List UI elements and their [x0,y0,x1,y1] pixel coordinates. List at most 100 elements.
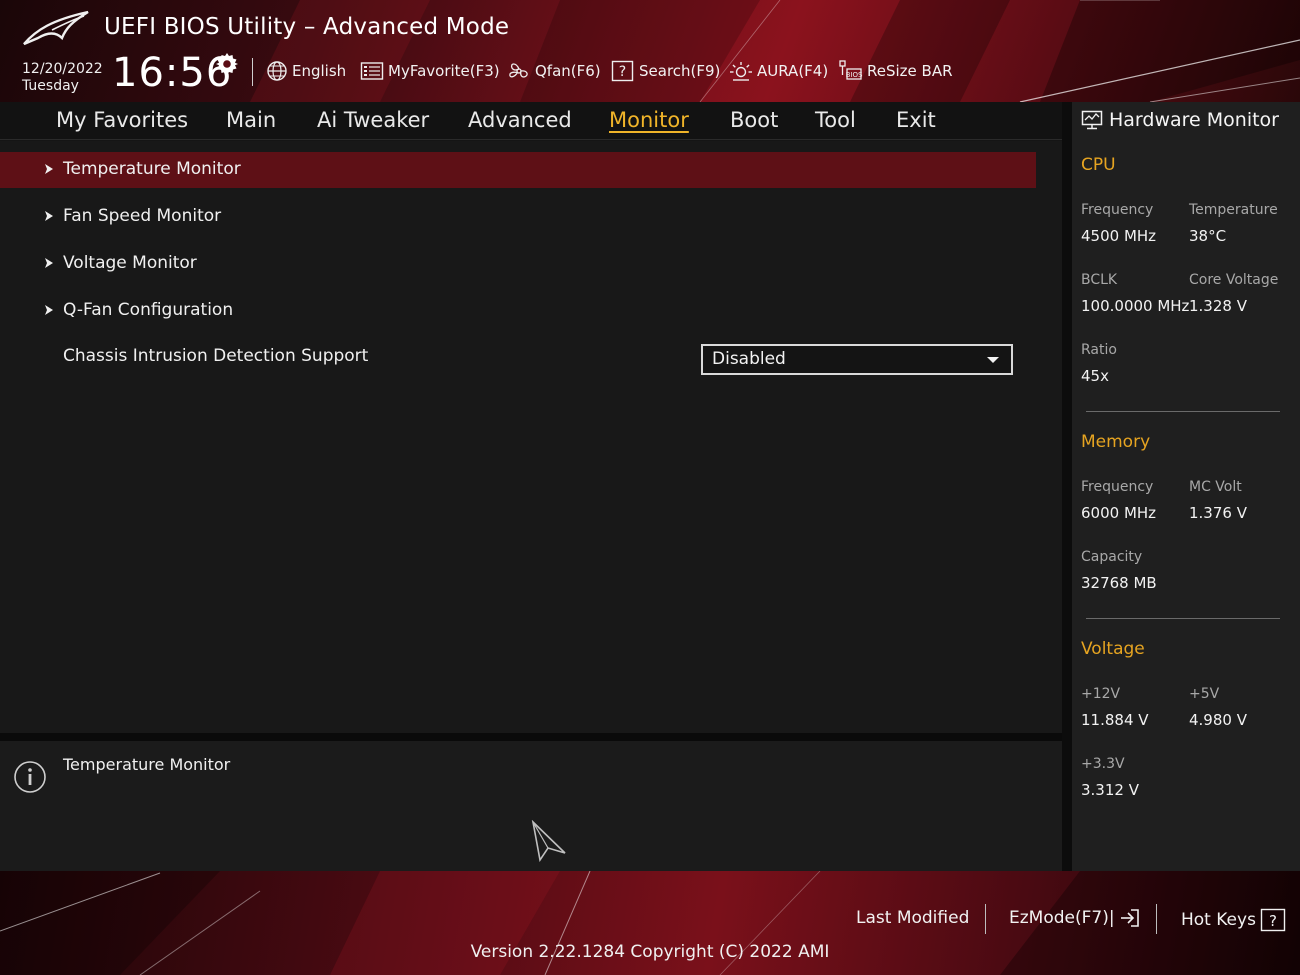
hardware-monitor-header: Hardware Monitor [1072,102,1300,138]
chassis-intrusion-dropdown[interactable]: Disabled [701,344,1013,375]
menu-item-qfan-configuration[interactable]: Q-Fan Configuration [0,293,1036,329]
bclk-value: 100.0000 MHz [1081,297,1190,315]
date-display: 12/20/2022 Tuesday [22,61,103,95]
bclk-label: BCLK [1081,272,1118,288]
v12-value: 11.884 V [1081,711,1149,729]
tab-ai-tweaker[interactable]: Ai Tweaker [317,108,429,132]
globe-icon [267,61,287,81]
tab-boot[interactable]: Boot [730,108,778,132]
help-text: Temperature Monitor [63,755,231,774]
myfavorite-button[interactable]: MyFavorite(F3) [360,60,500,82]
memory-frequency-value: 6000 MHz [1081,504,1157,522]
tab-my-favorites[interactable]: My Favorites [56,108,188,132]
page-title: UEFI BIOS Utility – Advanced Mode [104,14,510,40]
tab-monitor[interactable]: Monitor [609,108,689,132]
tab-exit[interactable]: Exit [896,108,936,132]
v5-value: 4.980 V [1189,711,1247,729]
monitor-icon [1081,110,1103,130]
svg-text:?: ? [619,64,626,80]
cpu-temperature-label: Temperature [1189,202,1278,218]
fan-icon [509,63,528,78]
myfavorite-label: MyFavorite(F3) [388,62,500,80]
language-label: English [292,62,347,80]
menu-item-temperature-monitor[interactable]: Temperature Monitor [0,152,1036,188]
tab-main[interactable]: Main [226,108,276,132]
hot-keys-label: Hot Keys [1181,910,1256,930]
footer-separator [985,904,986,934]
svg-text:BIOS: BIOS [846,71,863,79]
svg-text:?: ? [1269,912,1277,930]
menu-item-label: Q-Fan Configuration [63,300,234,320]
main-nav-tabs: My Favorites Main Ai Tweaker Advanced Mo… [0,102,1062,140]
last-modified-label: Last Modified [856,908,970,928]
v5-label: +5V [1189,686,1220,702]
section-divider [1086,411,1280,412]
cpu-temperature-value: 38°C [1189,227,1227,245]
mc-volt-label: MC Volt [1189,479,1242,495]
cpu-frequency-value: 4500 MHz [1081,227,1157,245]
qfan-button[interactable]: Qfan(F6) [507,60,601,82]
submenu-arrow-icon [45,211,53,221]
ratio-value: 45x [1081,367,1109,385]
day-value: Tuesday [22,78,79,94]
version-text: Version 2.22.1284 Copyright (C) 2022 AMI [470,942,830,962]
resize-bar-button[interactable]: BIOS ReSize BAR [839,60,953,82]
rog-logo [23,10,89,46]
capacity-label: Capacity [1081,549,1143,565]
last-modified-button[interactable]: Last Modified [856,908,969,928]
memory-frequency-label: Frequency [1081,479,1154,495]
cpu-frequency-label: Frequency [1081,202,1154,218]
favorite-list-icon [360,62,384,80]
menu-item-label: Fan Speed Monitor [63,206,222,226]
ezmode-label: EzMode(F7)| [1009,908,1115,928]
setting-label: Chassis Intrusion Detection Support [63,346,369,366]
cpu-heading: CPU [1081,155,1116,175]
search-help-icon: ? [611,60,634,82]
resize-bar-icon: BIOS [839,60,863,80]
language-button[interactable]: English [266,60,346,82]
menu-item-fan-speed-monitor[interactable]: Fan Speed Monitor [0,199,1036,235]
search-label: Search(F9) [639,62,721,80]
tab-tool[interactable]: Tool [815,108,856,132]
menu-item-label: Voltage Monitor [63,253,197,273]
search-button[interactable]: ? Search(F9) [611,60,720,82]
v12-label: +12V [1081,686,1121,702]
tab-advanced[interactable]: Advanced [468,108,572,132]
hardware-monitor-title: Hardware Monitor [1109,109,1279,131]
footer-bar: Last Modified EzMode(F7)| Hot Keys ? Ver… [0,871,1300,975]
ratio-label: Ratio [1081,342,1117,358]
help-key-icon: ? [1260,908,1286,932]
info-icon [14,761,46,793]
section-divider [1086,618,1280,619]
settings-panel: Temperature Monitor Fan Speed Monitor Vo… [0,141,1062,733]
menu-item-voltage-monitor[interactable]: Voltage Monitor [0,246,1036,282]
voltage-heading: Voltage [1081,639,1145,659]
hot-keys-button[interactable]: Hot Keys ? [1181,908,1286,932]
mc-volt-value: 1.376 V [1189,504,1247,522]
aura-label: AURA(F4) [757,62,829,80]
qfan-label: Qfan(F6) [535,62,601,80]
hardware-monitor-panel: Hardware Monitor CPU Frequency 4500 MHz … [1072,102,1300,871]
menu-item-label: Temperature Monitor [63,159,241,179]
mouse-cursor-icon [531,820,566,862]
resize-bar-label: ReSize BAR [867,62,953,80]
core-voltage-value: 1.328 V [1189,297,1247,315]
chevron-down-icon [987,357,999,363]
exit-arrow-icon [1120,909,1139,927]
dropdown-value: Disabled [712,349,786,369]
header-separator [252,58,253,86]
aura-button[interactable]: AURA(F4) [729,60,828,82]
submenu-arrow-icon [45,305,53,315]
ezmode-button[interactable]: EzMode(F7)| [1009,908,1141,928]
hardware-monitor-gutter [1062,102,1072,871]
footer-separator [1156,904,1157,934]
aura-light-icon [730,62,752,81]
gear-icon[interactable] [215,52,239,76]
top-header: UEFI BIOS Utility – Advanced Mode 12/20/… [0,0,1300,102]
date-value: 12/20/2022 [22,61,103,77]
v33-label: +3.3V [1081,756,1125,772]
v33-value: 3.312 V [1081,781,1139,799]
submenu-arrow-icon [45,258,53,268]
core-voltage-label: Core Voltage [1189,272,1279,288]
memory-heading: Memory [1081,432,1151,452]
